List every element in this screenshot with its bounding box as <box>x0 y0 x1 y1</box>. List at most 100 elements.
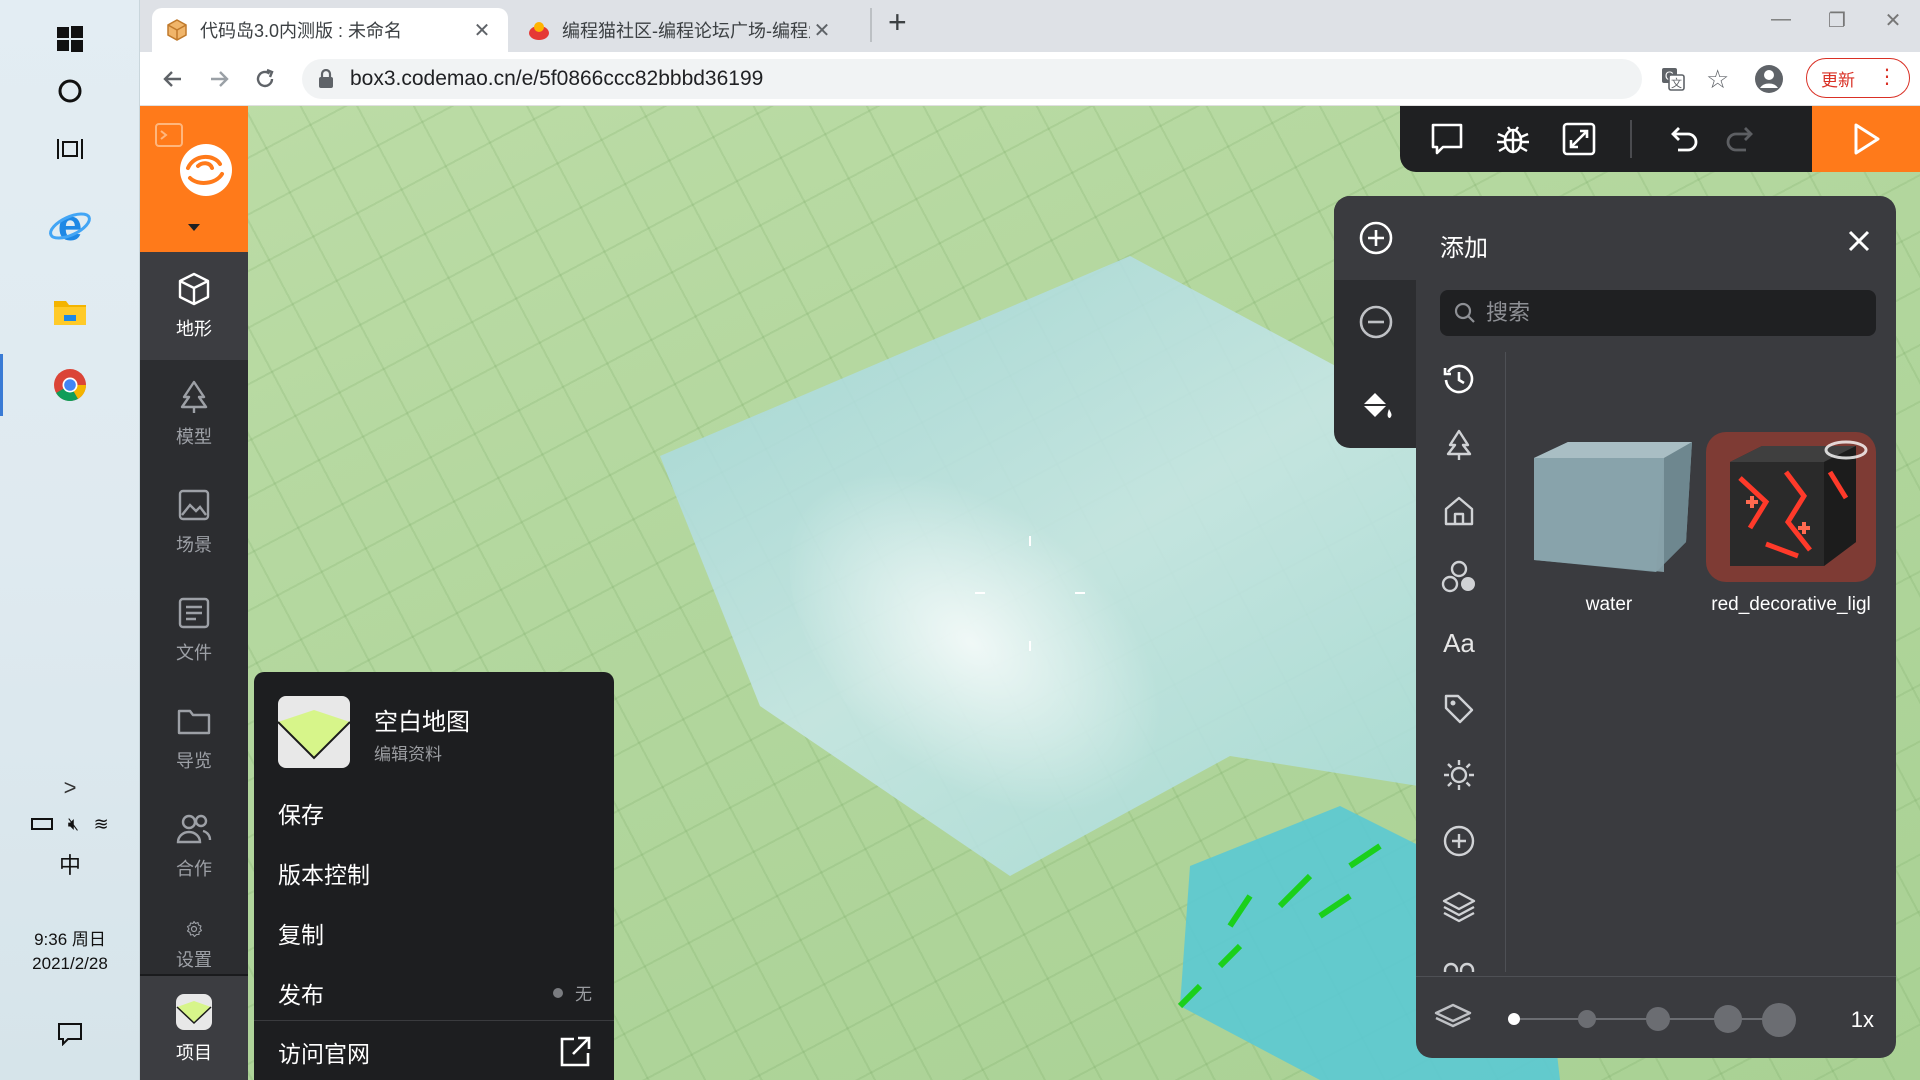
category-plants[interactable] <box>1432 418 1486 472</box>
search-input[interactable] <box>1486 300 1866 326</box>
taskbar-explorer[interactable] <box>0 272 140 350</box>
volume-mute-icon[interactable]: 🔇︎ <box>68 812 79 836</box>
tab-close-icon[interactable]: ✕ <box>810 18 834 43</box>
notification-button[interactable] <box>0 1022 140 1053</box>
category-layers[interactable] <box>1432 880 1486 934</box>
run-button[interactable] <box>1812 106 1920 172</box>
project-thumbnail[interactable] <box>278 696 350 768</box>
windows-logo-icon <box>57 26 83 52</box>
svg-text:文: 文 <box>1671 76 1682 90</box>
undo-button[interactable] <box>1660 116 1706 162</box>
close-window-icon[interactable]: ✕ <box>1866 8 1920 38</box>
category-tags[interactable] <box>1432 682 1486 736</box>
block-water[interactable]: water <box>1524 432 1694 616</box>
address-bar[interactable]: box3.codemao.cn/e/5f0866ccc82bbbd36199 <box>302 59 1642 99</box>
redo-button[interactable] <box>1718 116 1764 162</box>
paint-bucket-icon <box>1363 393 1392 418</box>
external-link-icon <box>560 1036 591 1067</box>
debug-button[interactable] <box>1490 116 1536 162</box>
tab-codebox[interactable]: 代码岛3.0内测版 : 未命名 ✕ <box>152 8 508 52</box>
tray-expand[interactable]: > <box>0 776 140 800</box>
sidebar-item-settings[interactable]: 设置 <box>140 900 248 972</box>
category-text[interactable]: Aa <box>1432 616 1486 670</box>
lock-icon[interactable] <box>318 69 334 89</box>
panel-close-button[interactable] <box>1842 224 1876 258</box>
fill-tool[interactable] <box>1334 364 1418 448</box>
expand-icon <box>1562 122 1596 156</box>
profile-avatar-icon[interactable] <box>1754 64 1784 99</box>
layer-icon <box>1434 1003 1472 1028</box>
ime-indicator[interactable]: 中 <box>0 854 140 878</box>
category-buildings[interactable] <box>1432 484 1486 538</box>
menu-visit-site[interactable]: 访问官网 <box>254 1020 614 1080</box>
publish-status-text: 无 <box>575 985 592 1004</box>
minimize-icon[interactable]: — <box>1754 8 1808 38</box>
menu-publish[interactable]: 发布 <box>278 976 324 1010</box>
chat-button[interactable] <box>1424 116 1470 162</box>
taskbar-ie[interactable]: e <box>0 186 140 264</box>
folder-icon <box>177 709 211 735</box>
codebox-logo-icon <box>155 123 232 196</box>
tray-icons: 🔇︎ ≋ <box>0 812 140 836</box>
category-shapes[interactable] <box>1432 550 1486 604</box>
forward-icon[interactable] <box>202 62 236 96</box>
crosshair <box>975 536 1085 651</box>
tree-icon <box>180 380 208 413</box>
redo-icon <box>1726 127 1753 152</box>
menu-version-control[interactable]: 版本控制 <box>278 856 370 890</box>
clock-time[interactable]: 9:36 周日 <box>0 928 140 952</box>
new-tab-button[interactable]: + <box>888 4 907 41</box>
circle-icon <box>58 79 82 103</box>
sidebar-item-model[interactable]: 模型 <box>140 360 248 468</box>
battery-icon[interactable] <box>31 818 54 830</box>
editor-viewport[interactable]: 地形 模型 场景 文件 导览 合作 设置 项目 空白地图 编辑资料 保存 版本控… <box>140 106 1920 1080</box>
restore-icon[interactable]: ❐ <box>1810 8 1864 38</box>
file-explorer-icon <box>54 301 86 325</box>
slider-step[interactable] <box>1646 1007 1670 1031</box>
size-slider[interactable] <box>1508 999 1796 1039</box>
category-light[interactable] <box>1432 748 1486 802</box>
block-red-decorative-light[interactable]: red_decorative_ligl <box>1706 432 1876 616</box>
sidebar-item-guide[interactable]: 导览 <box>140 684 248 792</box>
category-custom[interactable] <box>1432 814 1486 868</box>
slider-handle[interactable] <box>1508 1013 1520 1025</box>
update-button[interactable]: 更新 ⋮ <box>1806 58 1910 98</box>
gear-icon <box>186 920 203 938</box>
sidebar-item-label: 项目 <box>176 1043 212 1063</box>
sidebar-item-scene[interactable]: 场景 <box>140 468 248 576</box>
zoom-level: 1x <box>1850 1007 1874 1032</box>
category-recent[interactable] <box>1432 352 1486 406</box>
logo-dropdown[interactable] <box>140 214 248 252</box>
category-more[interactable] <box>1432 946 1486 972</box>
sidebar-item-files[interactable]: 文件 <box>140 576 248 684</box>
sidebar-item-terrain[interactable]: 地形 <box>140 252 248 360</box>
wifi-icon[interactable]: ≋ <box>94 812 109 836</box>
more-vertical-icon[interactable]: ⋮ <box>1877 65 1897 89</box>
task-view-button[interactable] <box>0 110 140 188</box>
tab-divider <box>870 8 872 42</box>
menu-save[interactable]: 保存 <box>278 796 324 830</box>
sidebar-item-collab[interactable]: 合作 <box>140 792 248 900</box>
slider-step[interactable] <box>1714 1005 1742 1033</box>
clock-date[interactable]: 2021/2/28 <box>0 952 140 976</box>
tab-close-icon[interactable]: ✕ <box>470 18 494 43</box>
menu-copy[interactable]: 复制 <box>278 916 324 950</box>
bookmark-star-icon[interactable]: ☆ <box>1706 64 1729 95</box>
taskbar-chrome[interactable] <box>0 346 140 424</box>
back-icon[interactable] <box>156 62 190 96</box>
tab-title: 编程猫社区-编程论坛广场-编程爱 <box>562 21 810 41</box>
brush-tools <box>1334 196 1424 448</box>
fullscreen-button[interactable] <box>1556 116 1602 162</box>
add-block-panel: 添加 Aa <box>1416 196 1896 1058</box>
remove-block-tool[interactable] <box>1334 280 1418 364</box>
add-block-tool[interactable] <box>1334 196 1418 280</box>
reload-icon[interactable] <box>248 62 282 96</box>
tab-community[interactable]: 编程猫社区-编程论坛广场-编程爱 ✕ <box>514 8 848 52</box>
category-list: Aa <box>1416 352 1506 972</box>
search-box[interactable] <box>1440 290 1876 336</box>
translate-icon[interactable]: G文 <box>1660 66 1686 97</box>
slider-step[interactable] <box>1578 1010 1596 1028</box>
edit-profile-link[interactable]: 编辑资料 <box>374 740 442 765</box>
sidebar-item-project[interactable]: 项目 <box>140 974 248 1080</box>
slider-step[interactable] <box>1762 1003 1796 1037</box>
